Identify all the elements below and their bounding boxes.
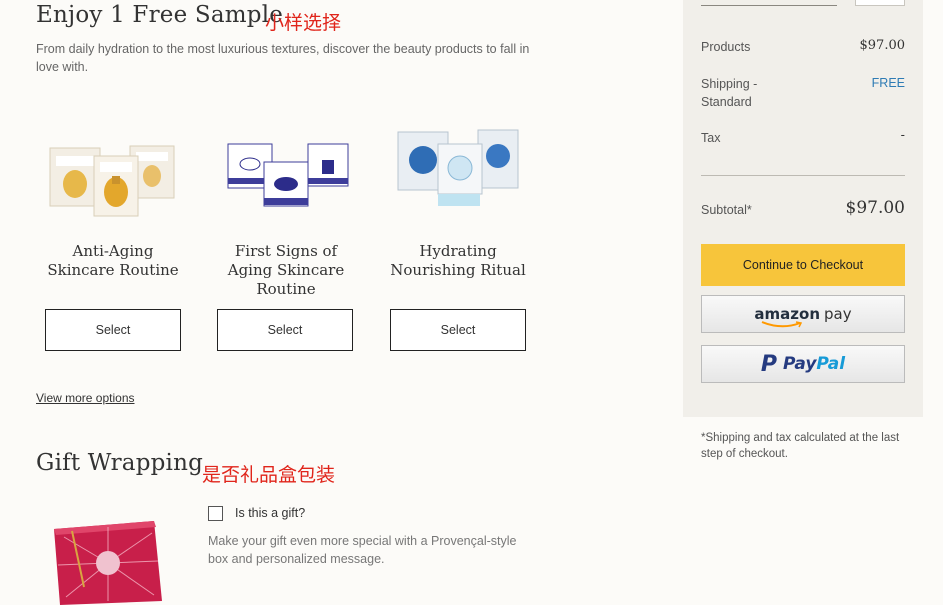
gift-wrapping-title: Gift Wrapping — [36, 450, 204, 476]
gift-annotation: 是否礼品盒包装 — [202, 464, 336, 486]
paypal-mark-icon: P — [760, 351, 778, 377]
pay-wordmark: pay — [824, 305, 852, 323]
paypal-logo: P PayPal — [761, 352, 845, 377]
summary-divider — [701, 175, 905, 176]
gift-checkbox-label[interactable]: Is this a gift? — [235, 506, 305, 520]
amazon-pay-button[interactable]: amazon pay — [701, 295, 905, 333]
products-label: Products — [701, 40, 751, 54]
sample-name-anti-aging: Anti-Aging Skincare Routine — [47, 242, 179, 279]
amazon-smile-icon — [761, 321, 803, 328]
paypal-button[interactable]: P PayPal — [701, 345, 905, 383]
anti-aging-sample-image — [49, 145, 175, 217]
products-value: $97.00 — [859, 38, 906, 53]
first-signs-sample-image — [227, 143, 349, 207]
continue-to-checkout-button[interactable]: Continue to Checkout — [701, 244, 905, 286]
paypal-wordmark: PayPal — [783, 354, 845, 374]
gift-description: Make your gift even more special with a … — [208, 534, 517, 566]
samples-title: Enjoy 1 Free Sample — [36, 2, 284, 28]
gift-checkbox[interactable] — [208, 506, 223, 521]
paypal-word-pay: Pay — [783, 354, 817, 374]
view-more-options-link[interactable]: View more options — [36, 391, 135, 405]
promo-code-input[interactable] — [701, 5, 837, 6]
subtotal-label: Subtotal* — [701, 203, 752, 217]
tax-label: Tax — [701, 131, 721, 145]
paypal-word-pal: Pal — [816, 354, 846, 374]
promo-apply-button[interactable] — [855, 0, 905, 6]
select-first-signs-button[interactable]: Select — [217, 309, 353, 351]
sample-name-hydrating: Hydrating Nourishing Ritual — [390, 242, 526, 279]
shipping-value: FREE — [871, 76, 905, 90]
shipping-tax-footnote: *Shipping and tax calculated at the last… — [701, 432, 900, 460]
samples-annotation: 小样选择 — [265, 12, 342, 34]
select-anti-aging-button[interactable]: Select — [45, 309, 181, 351]
tax-value: - — [900, 127, 905, 142]
shipping-label: Shipping - Standard — [701, 77, 758, 109]
hydrating-sample-image — [397, 129, 519, 206]
sample-name-first-signs: First Signs of Aging Skincare Routine — [227, 242, 345, 298]
samples-subtitle: From daily hydration to the most luxurio… — [36, 42, 530, 74]
select-hydrating-button[interactable]: Select — [390, 309, 526, 351]
subtotal-value: $97.00 — [845, 198, 905, 218]
gift-box-image — [54, 521, 162, 605]
